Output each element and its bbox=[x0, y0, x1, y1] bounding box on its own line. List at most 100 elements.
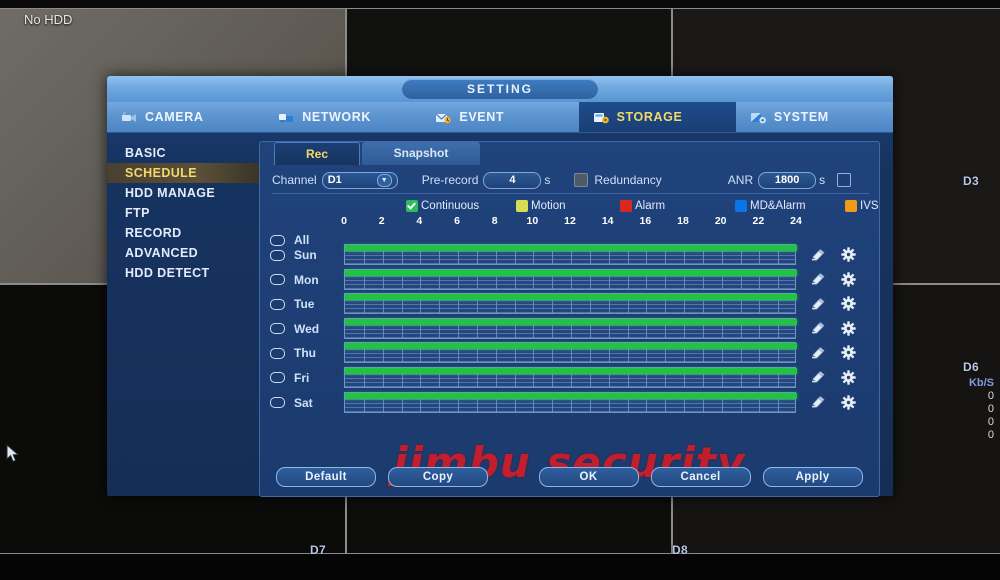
redundancy-label: Redundancy bbox=[594, 173, 662, 187]
eraser-icon[interactable] bbox=[810, 395, 825, 409]
continuous-record-bar[interactable] bbox=[345, 269, 797, 276]
row-label-text: Sat bbox=[294, 395, 313, 410]
row-select-checkbox[interactable] bbox=[270, 372, 285, 384]
grid-line bbox=[345, 251, 795, 252]
schedule-track[interactable] bbox=[344, 366, 797, 388]
sidebar-item-hdd-detect[interactable]: HDD DETECT bbox=[107, 263, 259, 283]
sidebar-item-ftp[interactable]: FTP bbox=[107, 203, 259, 223]
gear-icon[interactable] bbox=[841, 247, 856, 262]
eraser-icon[interactable] bbox=[810, 321, 825, 335]
bitrate-value: 0 bbox=[987, 429, 994, 441]
tab-system[interactable]: SYSTEM bbox=[736, 102, 893, 132]
continuous-record-bar[interactable] bbox=[345, 343, 797, 350]
continuous-record-bar[interactable] bbox=[345, 294, 797, 301]
grid-line bbox=[345, 406, 795, 408]
row-select-checkbox[interactable] bbox=[270, 347, 285, 359]
eraser-icon[interactable] bbox=[810, 346, 825, 360]
gear-icon[interactable] bbox=[841, 394, 856, 410]
sidebar-item-schedule[interactable]: SCHEDULE bbox=[107, 163, 259, 183]
tab-network[interactable]: NETWORK bbox=[264, 102, 421, 132]
cancel-button[interactable]: Cancel bbox=[650, 467, 751, 487]
gear-icon[interactable] bbox=[841, 296, 856, 311]
row-select-checkbox[interactable] bbox=[270, 298, 285, 310]
anr-checkbox[interactable] bbox=[837, 173, 852, 187]
ok-button[interactable]: OK bbox=[538, 467, 639, 487]
continuous-record-bar[interactable] bbox=[345, 318, 797, 325]
sidebar-menu: BASIC SCHEDULE HDD MANAGE FTP RECORD ADV… bbox=[107, 133, 259, 497]
grid-line bbox=[345, 324, 795, 326]
eraser-icon[interactable] bbox=[810, 370, 825, 384]
pane-label-d8: D8 bbox=[672, 543, 688, 557]
schedule-row-label-sat: Sat bbox=[260, 392, 344, 414]
channel-select[interactable]: D1 ▼ bbox=[321, 171, 398, 189]
grid-line bbox=[345, 381, 795, 383]
anr-unit: s bbox=[819, 173, 826, 187]
grid-line bbox=[345, 377, 795, 379]
sidebar-item-advanced[interactable]: ADVANCED bbox=[107, 243, 259, 263]
sidebar-item-basic[interactable]: BASIC bbox=[107, 143, 259, 163]
schedule-track[interactable] bbox=[344, 391, 797, 413]
tab-storage[interactable]: STORAGE bbox=[578, 102, 736, 132]
row-select-checkbox[interactable] bbox=[270, 249, 285, 261]
tab-camera[interactable]: CAMERA bbox=[107, 102, 264, 132]
grid-line bbox=[345, 275, 795, 277]
row-select-checkbox[interactable] bbox=[270, 323, 285, 335]
prerecord-unit: s bbox=[544, 173, 551, 187]
row-label-text: Tue bbox=[294, 297, 315, 312]
row-select-checkbox[interactable] bbox=[270, 274, 285, 286]
tab-label: STORAGE bbox=[616, 110, 683, 124]
window-body: BASIC SCHEDULE HDD MANAGE FTP RECORD ADV… bbox=[107, 133, 893, 497]
schedule-row-label-tue: Tue bbox=[260, 293, 344, 315]
legend-alarm[interactable]: Alarm bbox=[620, 200, 735, 212]
default-button[interactable]: Default bbox=[276, 467, 376, 487]
prerecord-input[interactable]: 4 bbox=[483, 171, 542, 189]
schedule-row: Thu bbox=[260, 342, 879, 367]
legend-label: MD&Alarm bbox=[750, 200, 806, 212]
legend-motion[interactable]: Motion bbox=[516, 200, 620, 212]
copy-button[interactable]: Copy bbox=[388, 467, 488, 487]
schedule-track[interactable] bbox=[344, 293, 797, 315]
gear-icon[interactable] bbox=[841, 321, 856, 336]
tab-snapshot[interactable]: Snapshot bbox=[362, 142, 480, 165]
eraser-icon[interactable] bbox=[810, 248, 825, 262]
legend-continuous[interactable]: Continuous bbox=[406, 200, 516, 212]
time-tick: 16 bbox=[639, 215, 652, 227]
legend-row: Continuous Motion Alarm MD&Alarm IVS bbox=[260, 198, 879, 214]
continuous-record-bar[interactable] bbox=[345, 392, 797, 399]
pane-label-d6: D6 bbox=[963, 360, 979, 374]
schedule-rows: All Sun Mon Tue Wed Thu Fri Sat bbox=[260, 229, 879, 416]
eraser-icon[interactable] bbox=[810, 297, 825, 311]
grid-line bbox=[345, 308, 795, 310]
schedule-track[interactable] bbox=[344, 244, 797, 265]
sidebar-item-hdd-manage[interactable]: HDD MANAGE bbox=[107, 183, 259, 203]
tab-rec[interactable]: Rec bbox=[274, 142, 360, 165]
schedule-track[interactable] bbox=[344, 342, 797, 364]
gear-icon[interactable] bbox=[841, 345, 856, 361]
schedule-grid: 0 2 4 6 8 10 12 14 16 18 20 22 24 All Sun Mon Tue Wed Thu… bbox=[260, 215, 879, 416]
tab-label: NETWORK bbox=[302, 110, 371, 124]
schedule-track[interactable] bbox=[344, 317, 797, 339]
gear-icon[interactable] bbox=[841, 370, 856, 385]
camera-pane-bottom[interactable] bbox=[0, 554, 1000, 580]
row-action-icons bbox=[796, 342, 856, 363]
anr-input[interactable]: 1800 bbox=[758, 171, 817, 189]
legend-ivs[interactable]: IVS bbox=[845, 200, 879, 212]
redundancy-checkbox[interactable] bbox=[574, 173, 589, 187]
row-select-checkbox[interactable] bbox=[270, 397, 285, 409]
continuous-record-bar[interactable] bbox=[345, 245, 797, 251]
schedule-row: Tue bbox=[260, 293, 879, 318]
eraser-icon[interactable] bbox=[810, 272, 825, 286]
window-titlebar: SETTING bbox=[107, 76, 893, 102]
continuous-record-bar[interactable] bbox=[345, 367, 797, 374]
schedule-track[interactable] bbox=[344, 268, 797, 290]
gear-icon[interactable] bbox=[841, 271, 856, 287]
tab-event[interactable]: EVENT bbox=[421, 102, 578, 132]
sidebar-item-record[interactable]: RECORD bbox=[107, 223, 259, 243]
row-label-text: Thu bbox=[294, 346, 316, 361]
apply-button[interactable]: Apply bbox=[762, 467, 863, 487]
legend-md-alarm[interactable]: MD&Alarm bbox=[735, 200, 845, 212]
schedule-row-label-mon: Mon bbox=[260, 269, 344, 291]
bitrate-panel: Kb/S 0 0 0 0 bbox=[969, 377, 994, 442]
schedule-row-label-fri: Fri bbox=[260, 367, 344, 389]
pane-label-d3: D3 bbox=[963, 174, 979, 188]
